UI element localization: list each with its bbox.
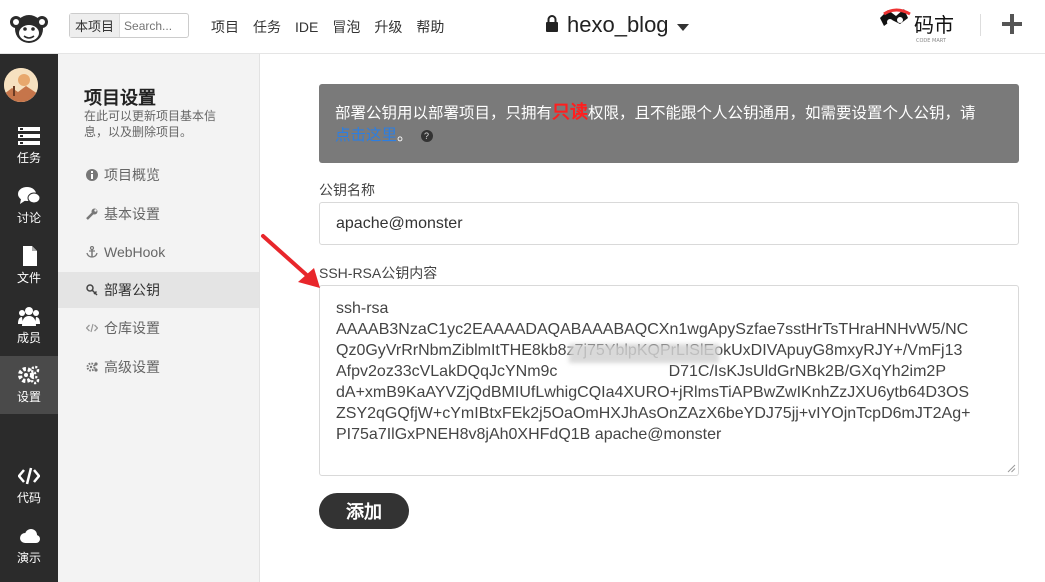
- info-icon: [86, 169, 98, 181]
- settings-nav-label: 仓库设置: [104, 320, 160, 336]
- settings-nav-label: WebHook: [104, 244, 166, 260]
- sidebar-item-demo[interactable]: 演示: [0, 518, 58, 574]
- sidebar-label: 讨论: [16, 211, 41, 225]
- settings-nav-advanced[interactable]: 高级设置: [58, 349, 259, 385]
- settings-nav-deploy-keys[interactable]: 部署公钥: [58, 272, 259, 308]
- sidebar-item-tasks[interactable]: 任务: [0, 118, 58, 174]
- sidebar-label: 演示: [16, 551, 41, 565]
- settings-description: 在此可以更新项目基本信息，以及删除项目。: [84, 109, 217, 139]
- sidebar-item-code[interactable]: 代码: [0, 458, 58, 514]
- nav-bubble[interactable]: 冒泡: [332, 17, 360, 37]
- project-title: hexo_blog: [567, 12, 669, 37]
- key-content-label: SSH-RSA公钥内容: [319, 265, 438, 281]
- settings-nav: 项目设置 在此可以更新项目基本信息，以及删除项目。 项目概览 基本设置 WebH…: [58, 54, 260, 582]
- nav-tasks[interactable]: 任务: [253, 17, 281, 37]
- lock-icon: [545, 12, 559, 38]
- project-switcher[interactable]: hexo_blog: [545, 10, 689, 40]
- search-scope[interactable]: 本项目: [70, 14, 121, 37]
- key-name-label: 公钥名称: [319, 182, 375, 198]
- resize-handle-icon[interactable]: [1007, 464, 1016, 473]
- divider: [980, 14, 981, 36]
- wrench-icon: [86, 208, 98, 220]
- code-icon: [18, 467, 40, 485]
- top-nav: 项目 任务 IDE 冒泡 升级 帮助: [211, 0, 444, 54]
- members-icon: [18, 307, 40, 326]
- coding-logo-icon[interactable]: [0, 0, 58, 54]
- key-line: Afpv2oz33cVLakDQqJcYNm9c D71C/IsKJsUldGr…: [336, 363, 946, 380]
- nav-projects[interactable]: 项目: [211, 17, 239, 37]
- redacted-blur: [569, 344, 719, 363]
- notice-end: 。: [397, 127, 413, 144]
- key-name-input[interactable]: apache@monster: [319, 202, 1019, 245]
- code-icon: [86, 323, 98, 333]
- settings-nav-repo[interactable]: 仓库设置: [58, 310, 259, 346]
- sidebar-item-discuss[interactable]: 讨论: [0, 178, 58, 234]
- search-input[interactable]: [120, 18, 181, 33]
- key-line: dA+xmB9KaAYVZjQdBMIUfLwhigCQIa4XURO+jRlm…: [336, 384, 970, 401]
- nav-ide[interactable]: IDE: [295, 19, 318, 35]
- main-sidebar: 任务 讨论 文件 成员 设置 代码 演示: [0, 54, 58, 582]
- settings-nav-label: 项目概览: [104, 167, 160, 183]
- deploy-key-notice: 部署公钥用以部署项目，只拥有只读权限，且不能跟个人公钥通用，如需要设置个人公钥，…: [319, 84, 1019, 163]
- settings-nav-label: 部署公钥: [104, 282, 160, 298]
- cogs-icon: [86, 362, 98, 372]
- caret-down-icon: [676, 12, 689, 38]
- key-content-textarea[interactable]: ssh-rsa AAAAB3NzaC1yc2EAAAADAQABAAABAQCX…: [319, 285, 1019, 476]
- settings-title: 项目设置: [84, 88, 156, 108]
- tasks-icon: [18, 127, 40, 145]
- sidebar-label: 成员: [16, 331, 41, 345]
- sidebar-label: 任务: [16, 151, 41, 165]
- nav-help[interactable]: 帮助: [416, 17, 444, 37]
- sidebar-item-settings[interactable]: 设置: [0, 356, 58, 414]
- add-key-button[interactable]: 添加: [319, 493, 409, 529]
- nav-upgrade[interactable]: 升级: [374, 17, 402, 37]
- sidebar-item-files[interactable]: 文件: [0, 238, 58, 294]
- settings-nav-overview[interactable]: 项目概览: [58, 157, 259, 193]
- key-line: PI75a7IlGxPNEH8v8jAh0XHFdQ1B apache@mons…: [336, 426, 722, 443]
- avatar[interactable]: [4, 68, 38, 102]
- brand-subtext: CODE MART: [916, 38, 947, 44]
- personal-key-link[interactable]: 点击这里: [335, 127, 397, 144]
- brand-text: 码市: [914, 13, 954, 37]
- sidebar-label: 设置: [16, 390, 41, 404]
- settings-nav-label: 高级设置: [104, 359, 160, 375]
- notice-text-cont: 权限，且不能跟个人公钥通用，如需要设置个人公钥，请: [588, 105, 976, 122]
- key-line: AAAAB3NzaC1yc2EAAAADAQABAAABAQCXn1wgApyS…: [336, 321, 969, 338]
- gear-icon: [18, 365, 40, 385]
- key-line: ssh-rsa: [336, 300, 389, 317]
- notice-highlight: 只读: [552, 102, 589, 122]
- notice-text: 部署公钥用以部署项目，只拥有: [335, 105, 553, 122]
- sidebar-label: 代码: [16, 491, 41, 505]
- key-line: ZSY2qGQfjW+cYmIBtxFEk2j5OaOmHXJhAsOnZAzX…: [336, 405, 971, 422]
- settings-nav-label: 基本设置: [104, 206, 160, 222]
- key-icon: [86, 284, 98, 296]
- cloud-icon: [20, 529, 40, 543]
- help-icon[interactable]: ?: [420, 129, 433, 142]
- search-box[interactable]: 本项目: [69, 13, 189, 38]
- chat-icon: [18, 187, 40, 204]
- main-content: 部署公钥用以部署项目，只拥有只读权限，且不能跟个人公钥通用，如需要设置个人公钥，…: [260, 54, 1045, 582]
- anchor-icon: [86, 246, 98, 258]
- top-bar: 本项目 项目 任务 IDE 冒泡 升级 帮助 hexo_blog 码市 CODE…: [0, 0, 1045, 54]
- sidebar-label: 文件: [16, 271, 41, 285]
- sidebar-item-members[interactable]: 成员: [0, 298, 58, 354]
- add-plus-icon[interactable]: [1000, 12, 1024, 36]
- settings-nav-basic[interactable]: 基本设置: [58, 196, 259, 232]
- file-icon: [23, 246, 37, 266]
- settings-nav-webhook[interactable]: WebHook: [58, 234, 259, 270]
- annotation-arrow-icon: [261, 234, 320, 288]
- codemart-logo[interactable]: 码市 CODE MART: [876, 4, 968, 44]
